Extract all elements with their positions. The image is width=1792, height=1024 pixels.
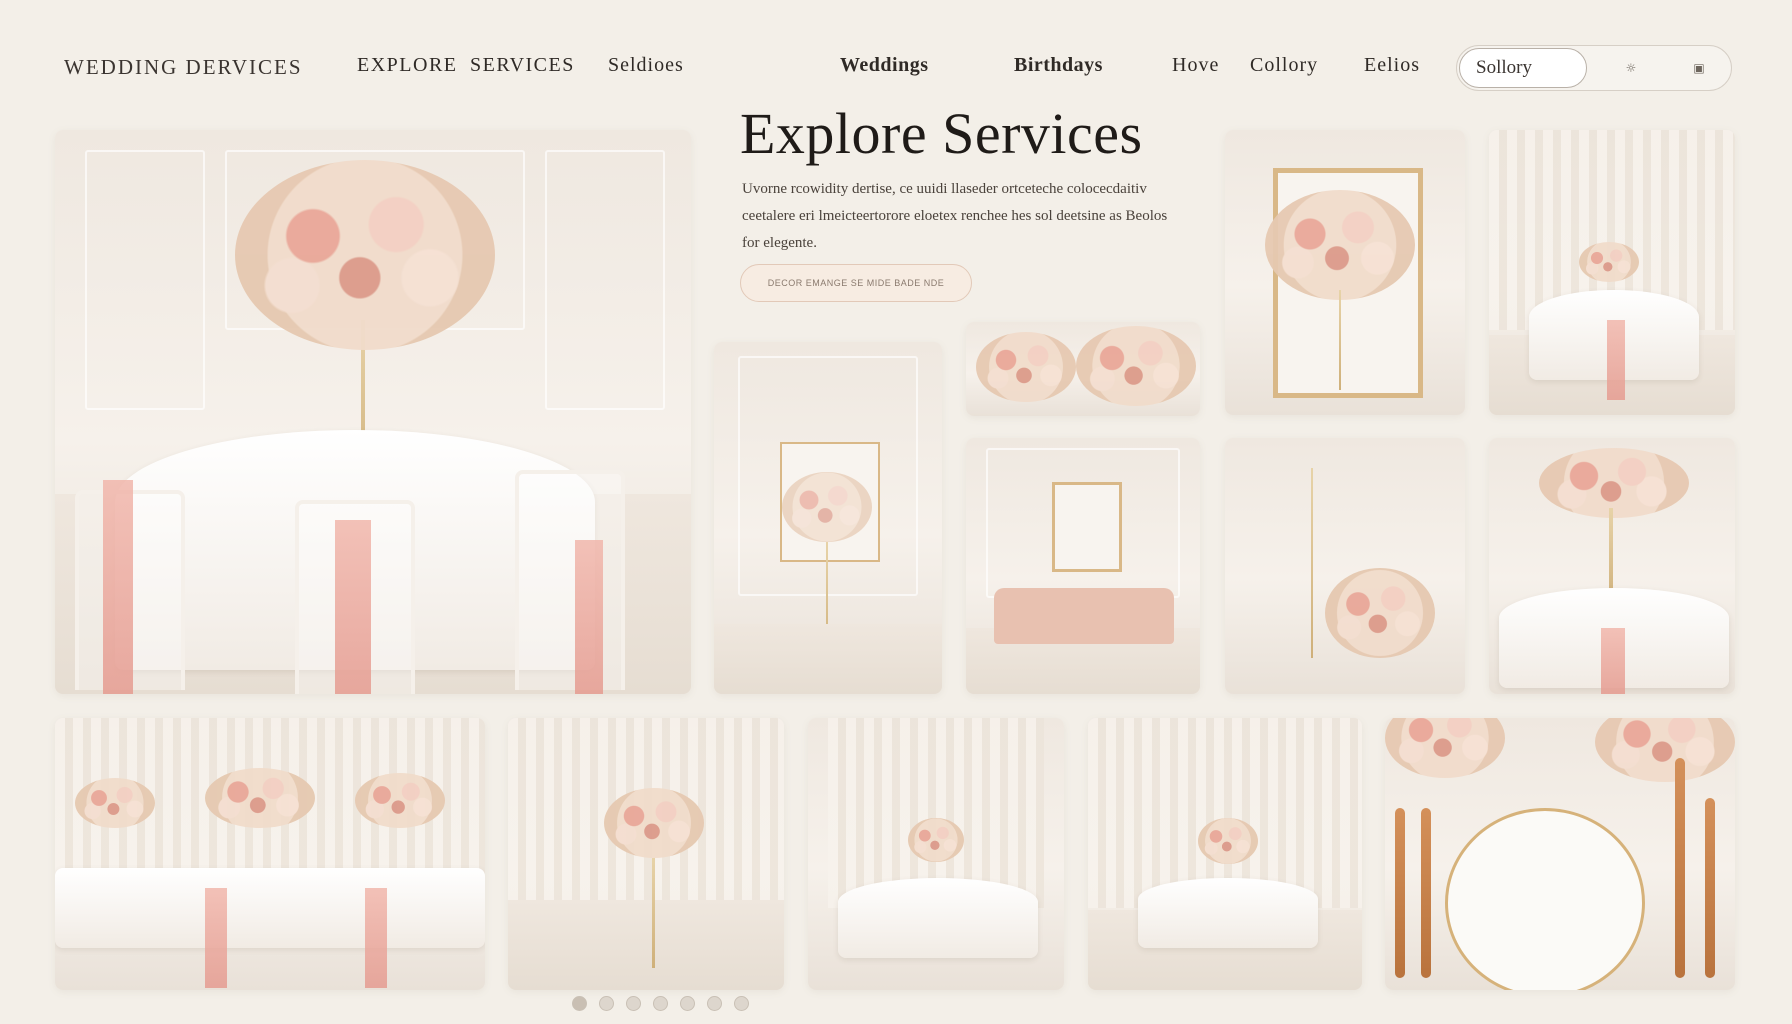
brand-logo[interactable]: WEDDING DERVICES — [64, 55, 303, 80]
rose-cluster — [1076, 326, 1196, 406]
pink-sash — [1607, 320, 1625, 400]
floor — [508, 900, 784, 990]
floral-arrangement — [782, 472, 872, 542]
nav-eelios[interactable]: Eelios — [1364, 54, 1420, 77]
floral-centerpiece — [355, 773, 445, 828]
fork — [1421, 808, 1431, 978]
pink-sash — [1601, 628, 1625, 694]
crystal-centerpiece-photo[interactable] — [1489, 438, 1735, 694]
explore-button[interactable]: DECOR EMANGE SE MIDE BADE NDE — [740, 264, 972, 302]
wall-panel — [545, 150, 665, 410]
top-nav: WEDDING DERVICES EXPLORE SERVICES Seldio… — [0, 0, 1792, 110]
rose-cluster — [1385, 718, 1505, 778]
floral-centerpiece — [235, 160, 495, 350]
floral-centerpiece — [205, 768, 315, 828]
nav-explore[interactable]: EXPLORE — [357, 54, 458, 77]
reception-room-photo[interactable] — [808, 718, 1064, 990]
wall-panel — [85, 150, 205, 410]
spoon — [1705, 798, 1715, 978]
fork — [1395, 808, 1405, 978]
long-table — [55, 868, 485, 948]
pagination-dot-7[interactable] — [734, 996, 749, 1011]
floral-arrangement — [604, 788, 704, 858]
pink-sash — [103, 480, 133, 694]
pink-sash — [205, 888, 227, 988]
pagination-dot-3[interactable] — [626, 996, 641, 1011]
pagination-dot-4[interactable] — [653, 996, 668, 1011]
pedestal — [652, 858, 655, 968]
floor — [714, 624, 942, 694]
square-icon[interactable]: ▣ — [1689, 58, 1709, 78]
pagination-dot-5[interactable] — [680, 996, 695, 1011]
pink-sash — [365, 888, 387, 988]
long-tables-photo[interactable] — [55, 718, 485, 990]
rose-cluster — [1325, 568, 1435, 658]
floral-centerpiece — [75, 778, 155, 828]
floral-centerpiece — [1539, 448, 1689, 518]
floral-centerpiece — [1198, 818, 1258, 864]
curtain-hall-photo[interactable] — [1088, 718, 1362, 990]
nav-services[interactable]: SERVICES — [470, 54, 575, 77]
pink-sash — [575, 540, 603, 694]
rose-cluster — [1595, 718, 1735, 782]
nav-birthdays[interactable]: Birthdays — [1014, 54, 1103, 77]
flower-stem — [1339, 290, 1341, 390]
roses-garland-photo[interactable] — [966, 322, 1200, 416]
carousel-pagination — [572, 996, 749, 1012]
vase-roses-photo[interactable] — [1225, 438, 1465, 694]
search-bar: ☼ ▣ — [1456, 45, 1732, 91]
sun-icon[interactable]: ☼ — [1621, 58, 1641, 78]
pagination-dot-1[interactable] — [572, 996, 587, 1011]
floral-centerpiece — [1579, 242, 1639, 282]
pedestal-arrangement-photo[interactable] — [508, 718, 784, 990]
round-table — [838, 878, 1038, 958]
nav-weddings[interactable]: Weddings — [840, 54, 928, 77]
pink-sash — [335, 520, 371, 694]
place-setting-photo[interactable] — [1385, 718, 1735, 990]
wall-arrangement-photo[interactable] — [714, 342, 942, 694]
wall-art — [1052, 482, 1122, 572]
lounge-sofa-photo[interactable] — [966, 438, 1200, 694]
knife — [1675, 758, 1685, 978]
nav-collory[interactable]: Collory — [1250, 54, 1318, 77]
search-input[interactable] — [1459, 48, 1587, 88]
round-table — [1138, 878, 1318, 948]
hero-description: Uvorne rcowidity dertise, ce uuidi llase… — [742, 181, 1168, 251]
nav-hove[interactable]: Hove — [1172, 54, 1219, 77]
nav-seldioes[interactable]: Seldioes — [608, 54, 684, 77]
flower-stem — [1311, 468, 1313, 658]
draped-tables-photo[interactable] — [1489, 130, 1735, 415]
pagination-dot-2[interactable] — [599, 996, 614, 1011]
page-title: Explore Services — [740, 101, 1143, 166]
floral-frame-photo[interactable] — [1225, 130, 1465, 415]
floral-centerpiece — [908, 818, 964, 862]
banquet-hall-photo[interactable] — [55, 130, 691, 694]
pagination-dot-6[interactable] — [707, 996, 722, 1011]
rose-cluster — [1265, 190, 1415, 300]
chair — [515, 470, 625, 690]
pink-sofa — [994, 588, 1174, 644]
dinner-plate — [1445, 808, 1645, 990]
rose-cluster — [976, 332, 1076, 402]
